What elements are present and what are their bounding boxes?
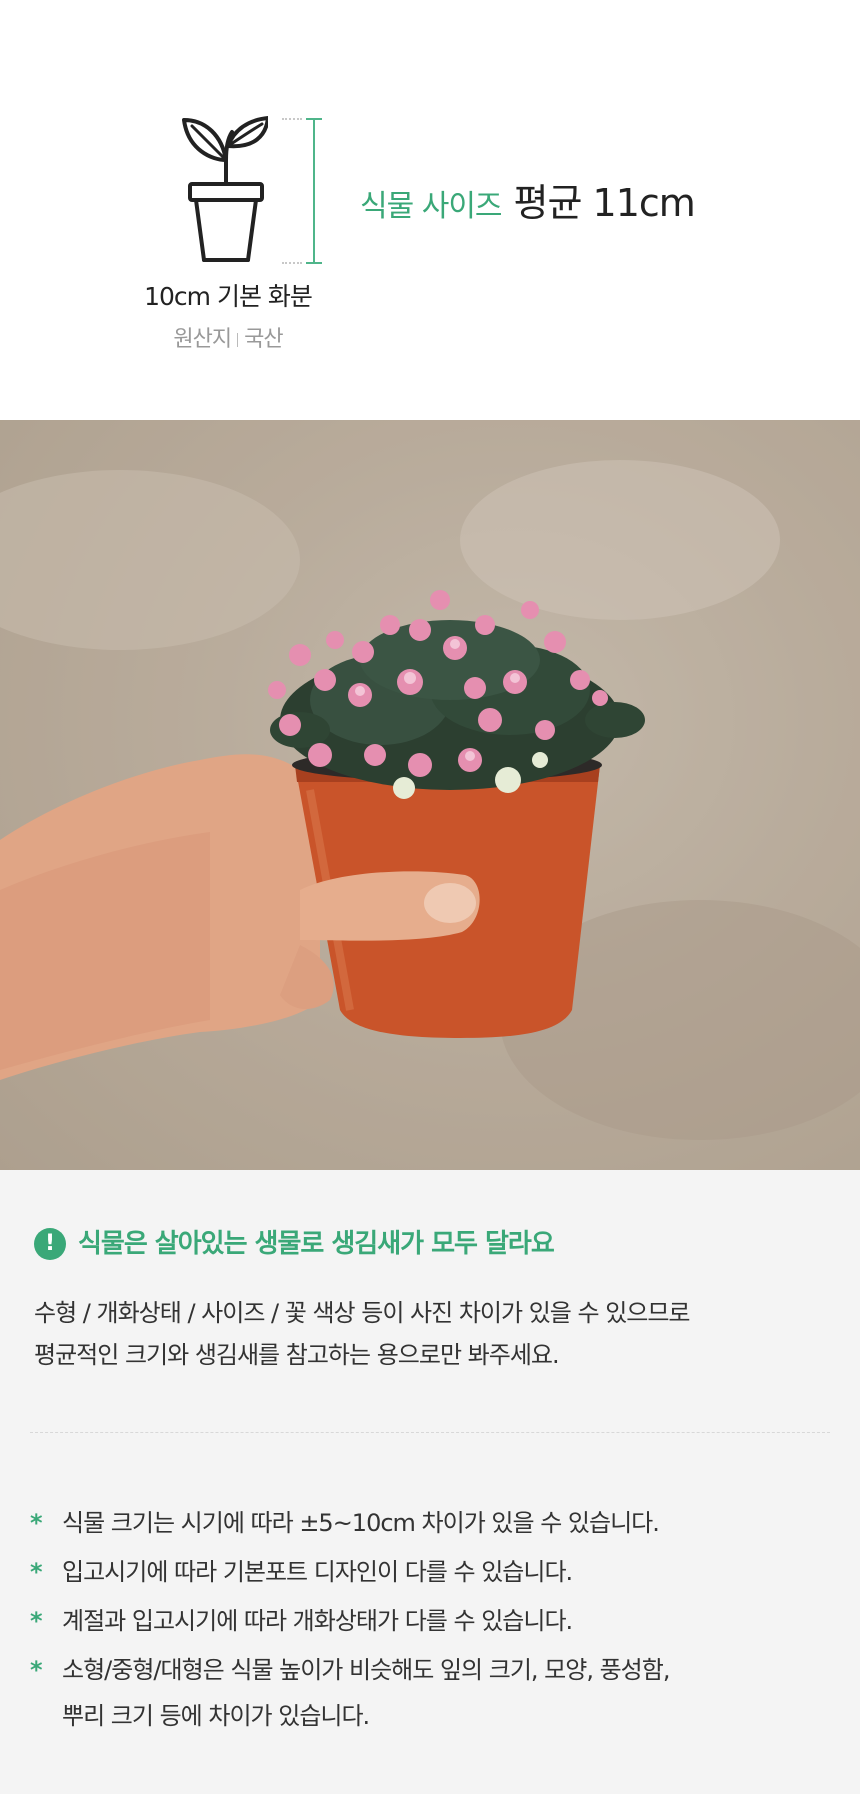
notice-bullet-item: * 소형/중형/대형은 식물 높이가 비슷해도 잎의 크기, 모양, 풍성함, 뿌리…	[30, 1647, 820, 1739]
plant-photo	[0, 420, 860, 1170]
plant-size-label: 식물 사이즈	[360, 189, 503, 224]
notice-bullet-item: * 식물 크기는 시기에 따라 ±5~10cm 차이가 있을 수 있습니다.	[30, 1500, 820, 1546]
notice-bullet-item: * 계절과 입고시기에 따라 개화상태가 다를 수 있습니다.	[30, 1598, 820, 1644]
asterisk-icon: *	[30, 1509, 43, 1537]
size-section: 10cm 기본 화분 원산지 국산 식물 사이즈 평균 11cm	[0, 0, 860, 420]
notice-body: 수형 / 개화상태 / 사이즈 / 꽃 색상 등이 사진 차이가 있을 수 있으…	[34, 1292, 814, 1376]
plant-size-value: 평균 11cm	[513, 181, 696, 225]
notice-bullet-text-continued: 뿌리 크기 등에 차이가 있습니다.	[62, 1702, 370, 1730]
plant-size: 식물 사이즈 평균 11cm	[360, 172, 696, 227]
asterisk-icon: *	[30, 1558, 43, 1586]
notice-bullet-text: 소형/중형/대형은 식물 높이가 비슷해도 잎의 크기, 모양, 풍성함,	[62, 1656, 670, 1684]
notice-bullet-text: 식물 크기는 시기에 따라 ±5~10cm 차이가 있을 수 있습니다.	[62, 1509, 660, 1537]
notice-bullet-item: * 입고시기에 따라 기본포트 디자인이 다를 수 있습니다.	[30, 1549, 820, 1595]
origin-value: 국산	[244, 327, 283, 352]
asterisk-icon: *	[30, 1656, 43, 1684]
notice-bullet-list: * 식물 크기는 시기에 따라 ±5~10cm 차이가 있을 수 있습니다. * 입…	[30, 1500, 820, 1742]
notice-bullet-text: 계절과 입고시기에 따라 개화상태가 다를 수 있습니다.	[62, 1607, 573, 1635]
exclamation-icon: !	[34, 1228, 66, 1260]
pot-caption: 10cm 기본 화분 원산지 국산	[126, 277, 330, 353]
origin-separator	[237, 333, 239, 347]
notice-bullet-text: 입고시기에 따라 기본포트 디자인이 다를 수 있습니다.	[62, 1558, 573, 1586]
notice-section: ! 식물은 살아있는 생물로 생김새가 모두 달라요 수형 / 개화상태 / 사…	[0, 1170, 860, 1794]
notice-heading: 식물은 살아있는 생물로 생김새가 모두 달라요	[78, 1229, 555, 1259]
asterisk-icon: *	[30, 1607, 43, 1635]
height-ruler	[306, 118, 322, 264]
dashed-divider	[30, 1432, 830, 1433]
notice-body-line: 평균적인 크기와 생김새를 참고하는 용으로만 봐주세요.	[34, 1341, 560, 1369]
origin-text: 원산지 국산	[126, 321, 330, 353]
origin-label: 원산지	[173, 327, 232, 352]
notice-body-line: 수형 / 개화상태 / 사이즈 / 꽃 색상 등이 사진 차이가 있을 수 있으…	[34, 1299, 691, 1327]
product-photo	[0, 420, 860, 1170]
sprout-pot-icon	[182, 116, 270, 266]
pot-name: 10cm 기본 화분	[144, 282, 313, 311]
size-guide-dots-bottom	[282, 262, 302, 264]
size-guide-dots-top	[282, 118, 302, 120]
